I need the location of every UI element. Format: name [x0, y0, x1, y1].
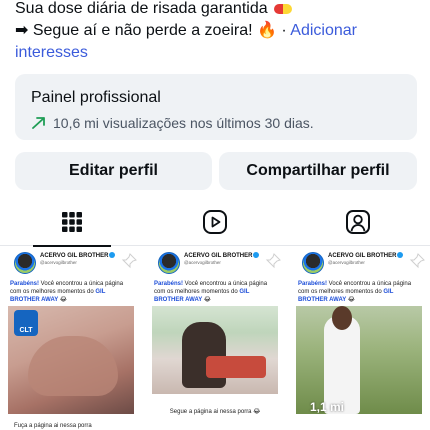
post-footer: Fuça a página ai nessa porra [14, 423, 92, 429]
dashboard-stats: 10,6 mi visualizações nos últimos 30 dia… [31, 114, 401, 132]
account-name-text: ACERVO GIL BROTHER [328, 253, 397, 259]
post-handle: @acervogilbrother [184, 260, 221, 265]
bio-line-2: ➡ Segue aí e não perde a zoeira! 🔥 · Adi… [15, 20, 420, 42]
tab-reels[interactable] [143, 198, 286, 246]
add-interests-link-cont[interactable]: interesses [15, 44, 88, 61]
image-subject-head [332, 306, 352, 330]
image-object [206, 356, 266, 378]
tab-tagged[interactable] [286, 198, 429, 246]
post-tile[interactable]: ACERVO GIL BROTHER @acervogilbrother Par… [288, 248, 430, 430]
post-tile[interactable]: ACERVO GIL BROTHER @acervogilbrother Par… [0, 248, 142, 430]
verified-icon [109, 252, 116, 259]
post-account-name: ACERVO GIL BROTHER [184, 252, 260, 260]
bio-line-1-text: Sua dose diária de risada garantida [15, 0, 268, 17]
dashboard-title: Painel profissional [31, 89, 161, 106]
account-name-text: ACERVO GIL BROTHER [40, 253, 109, 259]
post-tile[interactable]: ACERVO GIL BROTHER @acervogilbrother Par… [144, 248, 286, 430]
pill-icon [274, 3, 293, 14]
grid-icon [61, 212, 82, 232]
bio-line-2-text: Segue aí e não perde a zoeira! [28, 22, 258, 39]
post-caption: Parabéns! Você encontrou a única página … [10, 280, 136, 304]
post-image [152, 306, 278, 394]
caption-prefix: Parabéns! [10, 281, 40, 287]
caption-emoji: 😂 [202, 297, 211, 303]
pin-icon [265, 253, 281, 269]
profile-tabs [0, 198, 430, 247]
post-header: ACERVO GIL BROTHER @acervogilbrother [158, 252, 280, 280]
post-handle: @acervogilbrother [40, 260, 77, 265]
pin-icon [121, 253, 137, 269]
share-profile-button[interactable]: Compartilhar perfil [219, 152, 417, 190]
fire-icon: 🔥 [257, 22, 277, 39]
arrow-right-icon: ➡ [15, 22, 29, 39]
post-handle: @acervogilbrother [328, 260, 365, 265]
post-account-name: ACERVO GIL BROTHER [328, 252, 404, 260]
caption-emoji: 😂 [58, 297, 67, 303]
image-subject [182, 322, 226, 388]
tab-grid[interactable] [0, 198, 143, 247]
post-account: ACERVO GIL BROTHER @acervogilbrother [328, 252, 404, 266]
posts-grid: ACERVO GIL BROTHER @acervogilbrother Par… [0, 248, 430, 430]
active-tab-indicator [33, 245, 111, 247]
post-caption: Parabéns! Você encontrou a única página … [154, 280, 280, 304]
avatar [302, 252, 324, 274]
edit-profile-button[interactable]: Editar perfil [15, 152, 212, 190]
caption-prefix: Parabéns! [298, 281, 328, 287]
bio-line-1: Sua dose diária de risada garantida [15, 0, 420, 20]
account-name-text: ACERVO GIL BROTHER [184, 253, 253, 259]
post-footer: Segue a página ai nessa porra 😂 [169, 409, 261, 415]
add-interests-link[interactable]: Adicionar [290, 22, 357, 39]
post-header: ACERVO GIL BROTHER @acervogilbrother [14, 252, 136, 280]
profile-bio: Sua dose diária de risada garantida ➡ Se… [15, 0, 420, 64]
post-image: CLT [8, 306, 134, 414]
bio-line-3: interesses [15, 42, 420, 64]
clt-badge: CLT [14, 310, 38, 336]
post-account: ACERVO GIL BROTHER @acervogilbrother [184, 252, 260, 266]
pin-icon [409, 253, 425, 269]
avatar [158, 252, 180, 274]
post-account-name: ACERVO GIL BROTHER [40, 252, 116, 260]
caption-emoji: 😂 [346, 297, 355, 303]
verified-icon [397, 252, 404, 259]
post-caption: Parabéns! Você encontrou a única página … [298, 280, 424, 304]
verified-icon [253, 252, 260, 259]
professional-dashboard[interactable]: Painel profissional 10,6 mi visualizaçõe… [15, 74, 417, 140]
post-image: 1,1 mi [296, 306, 422, 414]
image-subject [28, 336, 118, 396]
dashboard-subtitle: 10,6 mi visualizações nos últimos 30 dia… [53, 115, 314, 131]
post-header: ACERVO GIL BROTHER @acervogilbrother [302, 252, 424, 280]
tagged-icon [345, 210, 370, 234]
trend-up-icon [32, 117, 45, 129]
bio-separator: · [276, 22, 291, 39]
post-account: ACERVO GIL BROTHER @acervogilbrother [40, 252, 116, 266]
avatar [14, 252, 36, 274]
view-count: 1,1 mi [310, 400, 345, 414]
reels-icon [202, 210, 227, 234]
caption-prefix: Parabéns! [154, 281, 184, 287]
